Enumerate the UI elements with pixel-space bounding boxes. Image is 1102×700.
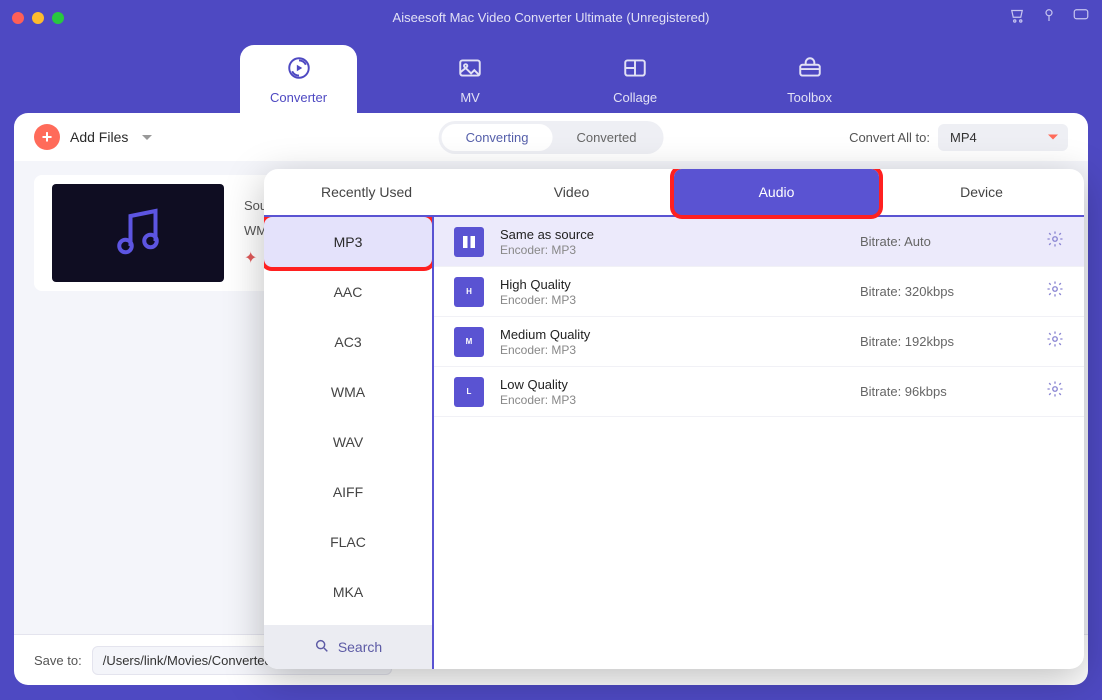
format-aiff[interactable]: AIFF bbox=[264, 467, 432, 517]
preset-title: Medium Quality bbox=[500, 327, 590, 342]
tab-recently-used[interactable]: Recently Used bbox=[264, 169, 469, 215]
format-ac3[interactable]: AC3 bbox=[264, 317, 432, 367]
convert-all-label: Convert All to: bbox=[849, 130, 930, 145]
preset-low-quality[interactable]: L Low Quality Encoder: MP3 Bitrate: 96kb… bbox=[434, 367, 1084, 417]
convert-all-value: MP4 bbox=[950, 130, 977, 145]
segment-converted[interactable]: Converted bbox=[552, 124, 660, 151]
save-to-label: Save to: bbox=[34, 653, 82, 668]
thumbnail bbox=[52, 184, 224, 282]
mv-icon bbox=[457, 55, 483, 86]
toolbox-icon bbox=[797, 55, 823, 86]
main-nav: Converter MV Collage Toolbox bbox=[0, 35, 1102, 113]
gear-icon[interactable] bbox=[1046, 230, 1064, 253]
preset-badge-icon: L bbox=[454, 377, 484, 407]
preset-badge-icon bbox=[454, 227, 484, 257]
preset-encoder: Encoder: MP3 bbox=[500, 343, 590, 357]
nav-converter[interactable]: Converter bbox=[240, 45, 357, 113]
search-icon bbox=[314, 638, 330, 657]
chevron-down-icon bbox=[1048, 135, 1058, 140]
preset-bitrate: Bitrate: 320kbps bbox=[860, 284, 1030, 299]
fullscreen-window-button[interactable] bbox=[52, 12, 64, 24]
nav-collage[interactable]: Collage bbox=[583, 45, 687, 113]
tab-device[interactable]: Device bbox=[879, 169, 1084, 215]
format-wav[interactable]: WAV bbox=[264, 417, 432, 467]
preset-bitrate: Bitrate: 192kbps bbox=[860, 334, 1030, 349]
format-list: MP3 AAC AC3 WMA WAV AIFF FLAC MKA Search bbox=[264, 217, 434, 669]
music-note-icon bbox=[108, 201, 168, 266]
nav-mv[interactable]: MV bbox=[427, 45, 513, 113]
format-search[interactable]: Search bbox=[264, 625, 432, 669]
nav-label: Collage bbox=[613, 90, 657, 105]
close-window-button[interactable] bbox=[12, 12, 24, 24]
preset-high-quality[interactable]: H High Quality Encoder: MP3 Bitrate: 320… bbox=[434, 267, 1084, 317]
nav-label: Toolbox bbox=[787, 90, 832, 105]
preset-same-as-source[interactable]: Same as source Encoder: MP3 Bitrate: Aut… bbox=[434, 217, 1084, 267]
convert-all-control: Convert All to: MP4 bbox=[849, 124, 1068, 151]
nav-label: Converter bbox=[270, 90, 327, 105]
gear-icon[interactable] bbox=[1046, 330, 1064, 353]
format-flac[interactable]: FLAC bbox=[264, 517, 432, 567]
toolbar: + Add Files Converting Converted Convert… bbox=[14, 113, 1088, 161]
add-files-label: Add Files bbox=[70, 129, 128, 145]
format-popover: Recently Used Video Audio Device MP3 AAC… bbox=[264, 169, 1084, 669]
segment-converting[interactable]: Converting bbox=[442, 124, 553, 151]
preset-encoder: Encoder: MP3 bbox=[500, 243, 594, 257]
tab-video[interactable]: Video bbox=[469, 169, 674, 215]
preset-medium-quality[interactable]: M Medium Quality Encoder: MP3 Bitrate: 1… bbox=[434, 317, 1084, 367]
cart-icon[interactable] bbox=[1008, 6, 1026, 29]
key-icon[interactable] bbox=[1040, 6, 1058, 29]
chevron-down-icon bbox=[142, 135, 152, 140]
nav-label: MV bbox=[460, 90, 480, 105]
collage-icon bbox=[622, 55, 648, 86]
format-mka[interactable]: MKA bbox=[264, 567, 432, 617]
preset-bitrate: Bitrate: 96kbps bbox=[860, 384, 1030, 399]
gear-icon[interactable] bbox=[1046, 280, 1064, 303]
add-files-button[interactable]: + Add Files bbox=[34, 124, 152, 150]
convert-all-dropdown[interactable]: MP4 bbox=[938, 124, 1068, 151]
preset-encoder: Encoder: MP3 bbox=[500, 393, 576, 407]
workarea: + Add Files Converting Converted Convert… bbox=[14, 113, 1088, 685]
converter-icon bbox=[286, 55, 312, 86]
minimize-window-button[interactable] bbox=[32, 12, 44, 24]
preset-title: High Quality bbox=[500, 277, 576, 292]
titlebar: Aiseesoft Mac Video Converter Ultimate (… bbox=[0, 0, 1102, 35]
format-tabs: Recently Used Video Audio Device bbox=[264, 169, 1084, 217]
preset-title: Low Quality bbox=[500, 377, 576, 392]
preset-list: Same as source Encoder: MP3 Bitrate: Aut… bbox=[434, 217, 1084, 669]
format-aac[interactable]: AAC bbox=[264, 267, 432, 317]
preset-badge-icon: M bbox=[454, 327, 484, 357]
search-label: Search bbox=[338, 639, 382, 655]
chat-icon[interactable] bbox=[1072, 6, 1090, 29]
preset-bitrate: Bitrate: Auto bbox=[860, 234, 1030, 249]
preset-badge-icon: H bbox=[454, 277, 484, 307]
plus-icon: + bbox=[34, 124, 60, 150]
nav-toolbox[interactable]: Toolbox bbox=[757, 45, 862, 113]
gear-icon[interactable] bbox=[1046, 380, 1064, 403]
status-segmented: Converting Converted bbox=[439, 121, 664, 154]
window-controls bbox=[12, 12, 64, 24]
tab-audio[interactable]: Audio bbox=[674, 169, 879, 215]
preset-title: Same as source bbox=[500, 227, 594, 242]
window-title: Aiseesoft Mac Video Converter Ultimate (… bbox=[393, 10, 710, 25]
format-mp3[interactable]: MP3 bbox=[264, 217, 432, 267]
preset-encoder: Encoder: MP3 bbox=[500, 293, 576, 307]
format-wma[interactable]: WMA bbox=[264, 367, 432, 417]
